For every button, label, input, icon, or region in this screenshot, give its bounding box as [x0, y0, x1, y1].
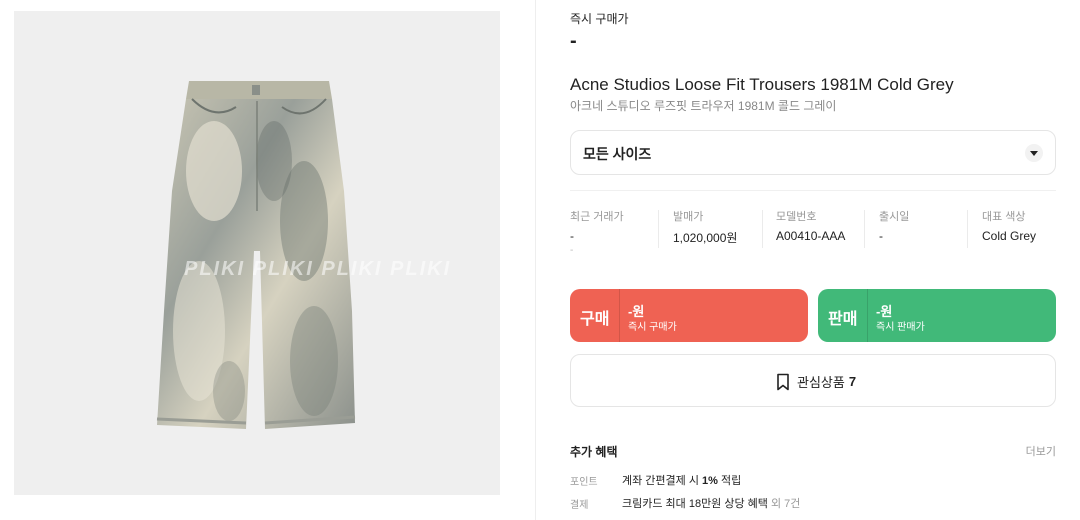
benefit-key: 결제 — [570, 500, 589, 511]
benefit-text-part: 계좌 간편결제 시 — [622, 475, 703, 487]
size-select-label: 모든 사이즈 — [583, 146, 652, 162]
stat-label: 출시일 — [879, 211, 910, 223]
stat-model-number: 모델번호 A00410-AAA — [776, 208, 845, 258]
stat-value: - — [570, 229, 574, 243]
buy-button-label: 구매 — [580, 311, 610, 328]
stat-label: 대표 색상 — [982, 211, 1026, 223]
sell-button-sub: 즉시 판매가 — [876, 322, 925, 333]
stat-release-date: 출시일 - — [879, 208, 909, 258]
size-select-dropdown[interactable]: 모든 사이즈 — [570, 130, 1056, 175]
benefit-row-payment: 결제 크림카드 최대 18만원 상당 혜택 외 7건 — [570, 495, 1056, 511]
stat-label: 모델번호 — [776, 211, 817, 223]
button-divider — [867, 289, 868, 342]
chevron-down-icon — [1025, 144, 1043, 162]
benefit-text-part: 적립 — [717, 475, 742, 487]
wishlist-content: 관심상품 7 — [775, 372, 856, 391]
product-image-panel[interactable]: PLIKI PLIKI PLIKI PLIKI — [14, 11, 500, 495]
stat-label: 최근 거래가 — [570, 211, 624, 223]
product-info-panel: 즉시 구매가 - Acne Studios Loose Fit Trousers… — [570, 0, 1056, 520]
benefit-text-highlight: 1% — [702, 475, 718, 487]
sell-button[interactable]: 판매 -원 즉시 판매가 — [818, 289, 1056, 342]
benefit-row-point: 포인트 계좌 간편결제 시 1% 적립 — [570, 472, 1056, 488]
wishlist-count: 7 — [848, 374, 857, 389]
product-title-en: Acne Studios Loose Fit Trousers 1981M Co… — [570, 75, 954, 94]
stat-release-price: 발매가 1,020,000원 — [673, 208, 737, 258]
stat-divider — [864, 210, 865, 248]
bookmark-icon — [777, 373, 789, 390]
instant-buy-label: 즉시 구매가 — [570, 12, 629, 26]
sell-button-label: 판매 — [828, 311, 858, 328]
buy-button[interactable]: 구매 -원 즉시 구매가 — [570, 289, 808, 342]
section-divider — [570, 190, 1056, 191]
benefit-text: 크림카드 최대 18만원 상당 혜택 외 7건 — [622, 495, 800, 511]
product-image-trousers — [156, 81, 356, 429]
stat-value: 1,020,000원 — [673, 231, 738, 245]
wishlist-label: 관심상품 — [797, 375, 845, 390]
stat-sub: - — [570, 245, 574, 256]
stat-divider — [967, 210, 968, 248]
stat-recent-price: 최근 거래가 - - — [570, 208, 624, 258]
stat-value: A00410-AAA — [776, 229, 846, 243]
benefit-extra-count: 외 7건 — [767, 498, 801, 510]
buy-button-sub: 즉시 구매가 — [628, 322, 677, 333]
benefits-title: 추가 혜택 — [570, 445, 618, 459]
stat-label: 발매가 — [673, 211, 704, 223]
benefit-key: 포인트 — [570, 477, 598, 488]
stat-value: - — [879, 229, 883, 243]
benefits-more-link[interactable]: 더보기 — [1026, 443, 1056, 459]
stat-value: Cold Grey — [982, 229, 1037, 243]
product-stats: 최근 거래가 - - 발매가 1,020,000원 모델번호 A00410-AA… — [570, 208, 1056, 258]
benefit-text: 계좌 간편결제 시 1% 적립 — [622, 472, 741, 488]
instant-buy-price: - — [570, 30, 577, 52]
image-watermark: PLIKI PLIKI PLIKI PLIKI — [184, 258, 452, 280]
stat-divider — [658, 210, 659, 248]
column-divider — [535, 0, 536, 520]
stat-color: 대표 색상 Cold Grey — [982, 208, 1036, 258]
wishlist-button[interactable]: 관심상품 7 — [570, 354, 1056, 407]
benefit-text-part: 크림카드 최대 18만원 상당 혜택 — [622, 498, 768, 510]
button-divider — [619, 289, 620, 342]
product-title-ko: 아크네 스튜디오 루즈핏 트라우저 1981M 콜드 그레이 — [570, 99, 837, 113]
stat-divider — [762, 210, 763, 248]
